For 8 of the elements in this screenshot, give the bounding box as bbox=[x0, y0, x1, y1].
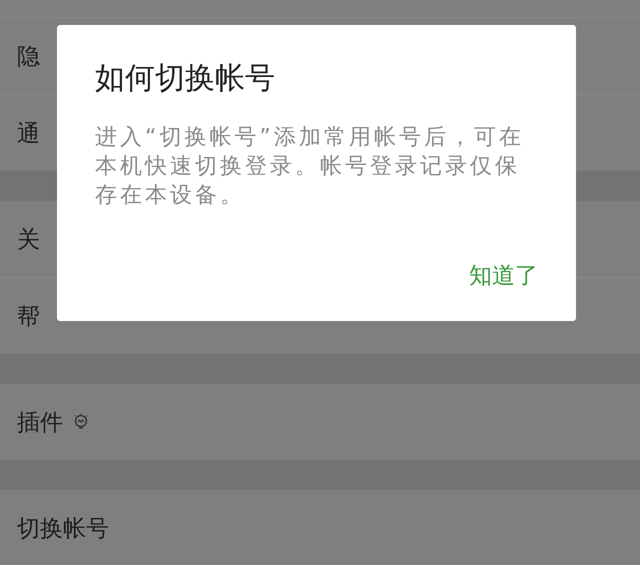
row-label: 帮 bbox=[17, 302, 40, 332]
row-label: 插件 bbox=[17, 408, 63, 438]
row-label: 隐 bbox=[17, 42, 40, 72]
row-label: 关 bbox=[17, 226, 40, 254]
dialog-message: 进入“切换帐号”添加常用帐号后，可在本机快速切换登录。帐号登录记录仅保存在本设备。 bbox=[95, 124, 525, 210]
dialog-title: 如何切换帐号 bbox=[95, 61, 276, 97]
row-label: 通 bbox=[17, 120, 40, 148]
row-label: 切换帐号 bbox=[17, 514, 109, 544]
